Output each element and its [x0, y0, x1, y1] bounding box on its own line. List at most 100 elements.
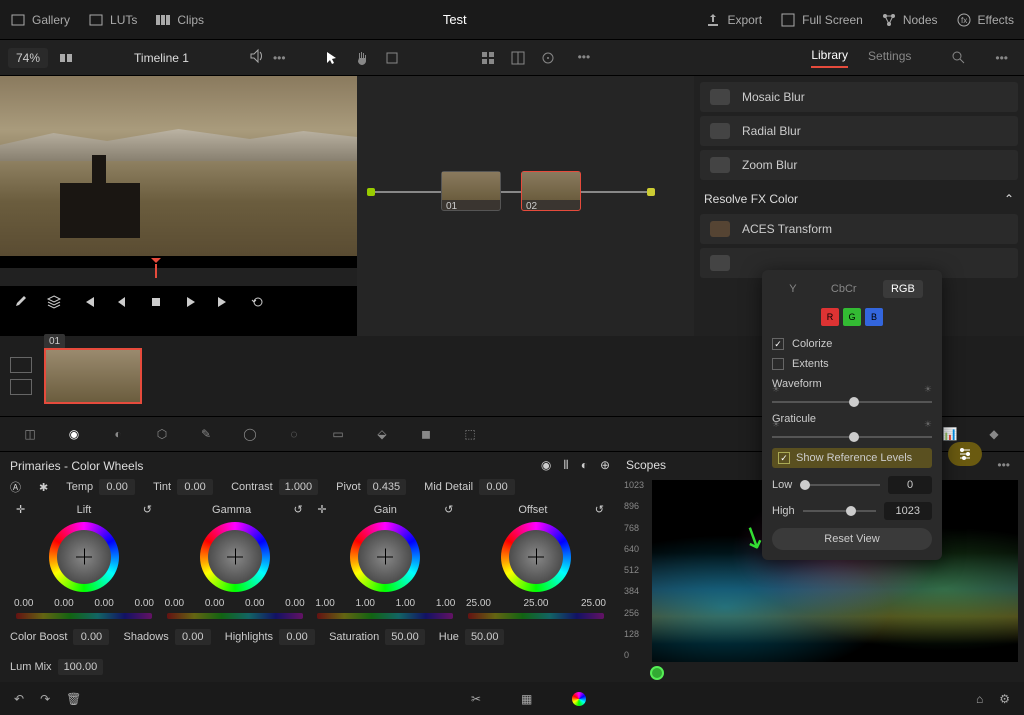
high-value[interactable]: 1023 — [884, 502, 932, 520]
home-button[interactable]: ⌂ — [976, 692, 983, 706]
qualifier-icon[interactable]: ◌ — [284, 427, 304, 441]
lift-g[interactable]: 0.00 — [94, 598, 113, 609]
node-graph[interactable]: 01 02 — [357, 76, 694, 336]
rgb-mixer-icon[interactable]: ⬡ — [152, 427, 172, 441]
search-icon[interactable] — [951, 50, 967, 66]
input-connector[interactable] — [367, 188, 375, 196]
gallery-button[interactable]: Gallery — [10, 12, 70, 28]
offset-wheel[interactable] — [501, 522, 571, 592]
skip-end-icon[interactable] — [216, 294, 232, 310]
eyedropper-icon[interactable] — [12, 294, 28, 310]
rgb-g-toggle[interactable]: G — [843, 308, 861, 326]
thumbnail-view-icon[interactable] — [10, 357, 32, 373]
lift-b[interactable]: 0.00 — [135, 598, 154, 609]
luts-button[interactable]: LUTs — [88, 12, 137, 28]
gamma-y[interactable]: 0.00 — [165, 598, 184, 609]
offset-b[interactable]: 25.00 — [581, 598, 606, 609]
lift-wheel[interactable] — [49, 522, 119, 592]
gamma-g[interactable]: 0.00 — [245, 598, 264, 609]
lift-reset-icon[interactable]: ↺ — [143, 503, 152, 516]
tab-library[interactable]: Library — [811, 48, 848, 68]
skip-start-icon[interactable] — [80, 294, 96, 310]
extents-checkbox[interactable] — [772, 358, 784, 370]
tint-value[interactable]: 0.00 — [177, 479, 213, 495]
bars-mode-icon[interactable]: ⦀ — [563, 458, 568, 473]
target-icon[interactable] — [540, 50, 556, 66]
saturation-value[interactable]: 50.00 — [385, 629, 425, 645]
contrast-value[interactable]: 1.000 — [279, 479, 319, 495]
gamma-jog[interactable] — [167, 613, 303, 619]
timeline-name[interactable]: Timeline 1 — [134, 51, 189, 65]
window-icon[interactable]: ▭ — [328, 427, 348, 441]
fx-radial-blur[interactable]: Radial Blur — [700, 116, 1018, 146]
scope-playhead-marker[interactable] — [650, 666, 664, 680]
waveform-slider[interactable] — [772, 401, 932, 403]
gain-b[interactable]: 1.00 — [436, 598, 455, 609]
camera-raw-icon[interactable]: ◫ — [20, 427, 40, 441]
grid-icon[interactable] — [480, 50, 496, 66]
gain-reset-icon[interactable]: ↺ — [444, 503, 453, 516]
offset-jog[interactable] — [468, 613, 604, 619]
edit-page-icon[interactable]: ▦ — [521, 692, 532, 706]
scopes-tab-icon[interactable]: 📊 — [940, 427, 960, 441]
scopes-settings-button[interactable] — [948, 442, 982, 466]
warper-icon[interactable]: ◯ — [240, 427, 260, 441]
shadows-value[interactable]: 0.00 — [175, 629, 211, 645]
gain-r[interactable]: 1.00 — [355, 598, 374, 609]
middetail-value[interactable]: 0.00 — [479, 479, 515, 495]
gain-wheel[interactable] — [350, 522, 420, 592]
nodes-button[interactable]: Nodes — [881, 12, 938, 28]
playhead-indicator[interactable] — [155, 264, 157, 278]
pointer-tool[interactable] — [324, 50, 340, 66]
gamma-wheel[interactable] — [200, 522, 270, 592]
add-icon[interactable]: ⊕ — [600, 458, 610, 473]
view-mode-icon[interactable] — [58, 50, 74, 66]
prev-frame-icon[interactable] — [114, 294, 130, 310]
rgb-b-toggle[interactable]: B — [865, 308, 883, 326]
gain-y[interactable]: 1.00 — [315, 598, 334, 609]
auto-balance-icon[interactable]: Ⓐ — [10, 479, 21, 495]
tracking-icon[interactable]: ⬙ — [372, 427, 392, 441]
clip-thumbnail[interactable] — [44, 348, 142, 404]
more-menu-viewer[interactable]: ••• — [273, 51, 286, 65]
fullscreen-button[interactable]: Full Screen — [780, 12, 863, 28]
lummix-value[interactable]: 100.00 — [58, 659, 104, 675]
hue-value[interactable]: 50.00 — [465, 629, 505, 645]
color-wheels-icon[interactable]: ◉ — [64, 427, 84, 441]
volume-button[interactable] — [249, 48, 265, 67]
redo-button[interactable]: ↷ — [40, 692, 50, 706]
more-menu-library[interactable]: ••• — [995, 51, 1008, 65]
offset-g[interactable]: 25.00 — [523, 598, 548, 609]
node-01[interactable]: 01 — [441, 171, 501, 211]
gamma-b[interactable]: 0.00 — [285, 598, 304, 609]
colorize-row[interactable]: Colorize — [772, 338, 932, 350]
log-mode-icon[interactable]: ◐ — [581, 458, 588, 473]
undo-button[interactable]: ↶ — [14, 692, 24, 706]
effects-button[interactable]: fx Effects — [956, 12, 1014, 28]
info-icon[interactable]: ◆ — [984, 427, 1004, 441]
show-ref-checkbox[interactable] — [778, 452, 790, 464]
hand-tool[interactable] — [354, 50, 370, 66]
export-button[interactable]: Export — [705, 12, 762, 28]
delete-button[interactable]: 🗑 — [66, 692, 81, 706]
stop-icon[interactable] — [148, 294, 164, 310]
split-icon[interactable] — [510, 50, 526, 66]
loop-icon[interactable] — [250, 294, 266, 310]
lift-picker-icon[interactable]: ✛ — [16, 503, 25, 516]
scopes-more-menu[interactable]: ••• — [997, 458, 1010, 472]
lift-y[interactable]: 0.00 — [14, 598, 33, 609]
lift-jog[interactable] — [16, 613, 152, 619]
extents-row[interactable]: Extents — [772, 358, 932, 370]
color-page-icon[interactable] — [572, 692, 586, 706]
more-menu-tools[interactable]: ••• — [578, 50, 591, 66]
offset-r[interactable]: 25.00 — [466, 598, 491, 609]
show-reference-levels-row[interactable]: Show Reference Levels — [772, 448, 932, 468]
crop-tool[interactable] — [384, 50, 400, 66]
node-02[interactable]: 02 — [521, 171, 581, 211]
colorboost-value[interactable]: 0.00 — [73, 629, 109, 645]
highlights-value[interactable]: 0.00 — [279, 629, 315, 645]
cut-page-icon[interactable]: ✂ — [471, 692, 481, 706]
low-value[interactable]: 0 — [888, 476, 932, 494]
list-view-icon[interactable] — [10, 379, 32, 395]
viewer-image[interactable] — [0, 76, 357, 256]
